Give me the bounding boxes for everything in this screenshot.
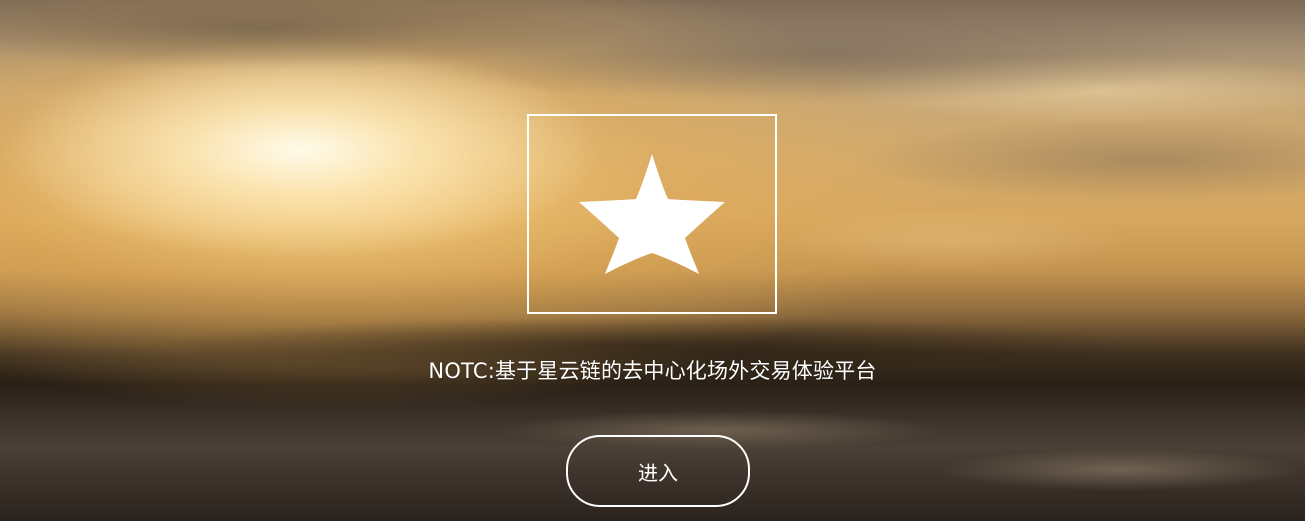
tagline: NOTC:基于星云链的去中心化场外交易体验平台 <box>428 359 877 383</box>
hero-section: NOTC:基于星云链的去中心化场外交易体验平台 进入 <box>0 0 1305 521</box>
enter-button[interactable]: 进入 <box>566 435 750 507</box>
logo-frame <box>527 114 777 314</box>
landing-page: NOTC:基于星云链的去中心化场外交易体验平台 进入 <box>0 0 1305 521</box>
star-icon <box>579 154 725 274</box>
